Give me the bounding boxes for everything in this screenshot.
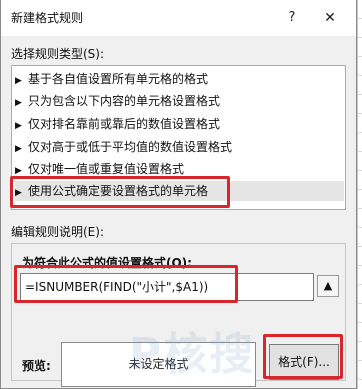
rule-type-item[interactable]: ▶ 只为包含以下内容的单元格设置格式: [15, 91, 344, 111]
triangle-bullet-icon: ▶: [15, 121, 22, 131]
formula-input[interactable]: =ISNUMBER(FIND("小计",$A1)): [20, 273, 314, 301]
edit-description-label: 编辑规则说明(E):: [11, 225, 104, 239]
rule-type-item-label: 仅对排名靠前或靠后的数值设置格式: [28, 117, 221, 131]
rule-type-item-label: 仅对高于或低于平均值的数值设置格式: [28, 140, 233, 154]
rule-type-item-label: 只为包含以下内容的单元格设置格式: [28, 94, 221, 108]
collapse-dialog-icon: ▲: [323, 279, 333, 292]
title-bar: 新建格式规则 ? ✕: [1, 0, 356, 36]
triangle-bullet-icon: ▶: [15, 166, 22, 176]
rule-type-item-label: 基于各自值设置所有单元格的格式: [28, 72, 209, 86]
collapse-dialog-button[interactable]: ▲: [317, 275, 339, 297]
rule-type-item-label: 使用公式确定要设置格式的单元格: [28, 184, 209, 198]
triangle-bullet-icon: ▶: [15, 144, 22, 154]
rule-type-item-selected[interactable]: ▶ 使用公式确定要设置格式的单元格: [15, 181, 344, 201]
rule-type-item[interactable]: ▶ 仅对排名靠前或靠后的数值设置格式: [15, 114, 344, 134]
format-button[interactable]: 格式(F)...: [269, 344, 339, 380]
triangle-bullet-icon: ▶: [15, 98, 22, 108]
rule-type-item[interactable]: ▶ 仅对唯一值或重复值设置格式: [15, 159, 344, 179]
triangle-bullet-icon: ▶: [15, 188, 22, 198]
dialog-title: 新建格式规则: [11, 11, 84, 25]
preview-label: 预览:: [22, 359, 51, 373]
rule-description-panel: 为符合此公式的值设置格式(O): =ISNUMBER(FIND("小计",$A1…: [11, 243, 346, 387]
spreadsheet-edge: [357, 0, 362, 389]
help-button[interactable]: ?: [281, 7, 303, 29]
format-preview-box: 未设定格式: [61, 342, 256, 387]
rule-type-label: 选择规则类型(S):: [11, 47, 105, 61]
close-button[interactable]: ✕: [317, 6, 343, 30]
rule-type-item[interactable]: ▶ 仅对高于或低于平均值的数值设置格式: [15, 137, 344, 157]
triangle-bullet-icon: ▶: [15, 76, 22, 86]
rule-type-list[interactable]: ▶ 基于各自值设置所有单元格的格式 ▶ 只为包含以下内容的单元格设置格式 ▶ 仅对排名…: [11, 65, 346, 210]
rule-type-item-label: 仅对唯一值或重复值设置格式: [28, 162, 185, 176]
new-format-rule-dialog: 新建格式规则 ? ✕ 选择规则类型(S): ▶ 基于各自值设置所有单元格的格式 ▶…: [0, 0, 357, 389]
rule-type-item[interactable]: ▶ 基于各自值设置所有单元格的格式: [15, 69, 344, 89]
formula-heading: 为符合此公式的值设置格式(O):: [22, 256, 192, 270]
